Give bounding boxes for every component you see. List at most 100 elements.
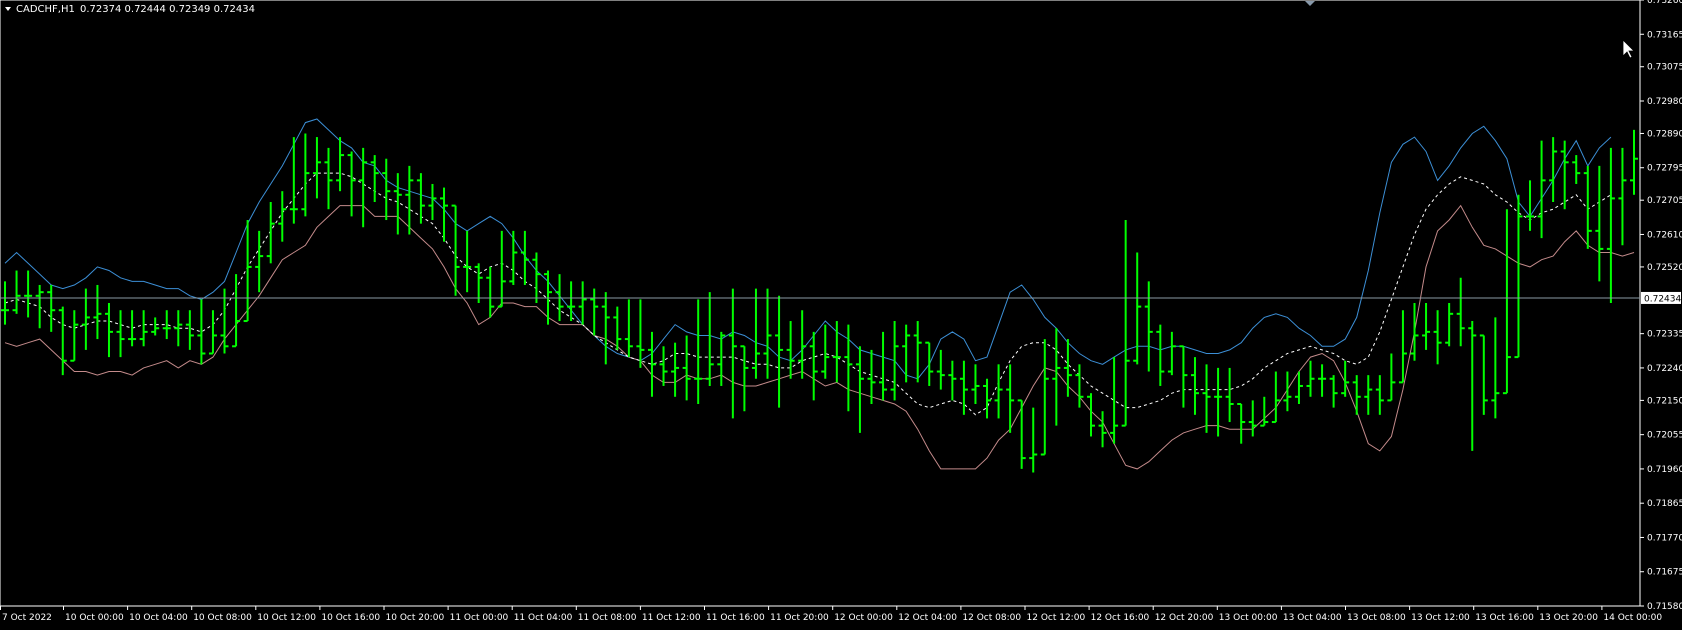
ohlc-bar <box>104 303 113 358</box>
time-tick-label: 13 Oct 00:00 <box>1219 613 1278 623</box>
ohlc-bar <box>1110 357 1119 444</box>
ohlc-bar <box>1514 194 1523 359</box>
time-tick-label: 11 Oct 00:00 <box>450 613 509 623</box>
ohlc-bar <box>728 288 737 419</box>
ohlc-bar <box>913 321 922 383</box>
ohlc-bar <box>1318 364 1327 397</box>
ohlc-bar <box>1225 367 1234 423</box>
time-tick-label: 13 Oct 04:00 <box>1283 613 1342 623</box>
ohlc-bar <box>1167 331 1176 376</box>
bollinger-bands <box>4 118 1635 470</box>
ohlc-bar <box>1618 147 1627 246</box>
ohlc-bar <box>613 306 622 350</box>
ohlc-bar <box>1422 303 1431 350</box>
ohlc-bar <box>1202 364 1211 433</box>
ohlc-bar <box>1468 321 1477 451</box>
ohlc-bar <box>740 345 749 412</box>
ohlc-bar <box>1341 360 1350 397</box>
time-tick-label: 10 Oct 16:00 <box>321 613 380 623</box>
ohlc-bar <box>1306 360 1315 397</box>
ohlc-bar <box>832 321 841 383</box>
ohlc-bar <box>47 284 56 332</box>
ohlc-bar <box>751 288 760 379</box>
ohlc-bar <box>821 324 830 379</box>
upper-band-line <box>4 118 1612 380</box>
collapse-triangle-icon[interactable] <box>5 7 11 11</box>
ohlc-bar <box>682 335 691 401</box>
price-tick-label: 0.72240 <box>1647 364 1682 374</box>
ohlc-bar <box>775 295 784 408</box>
ohlc-bar <box>1283 371 1292 412</box>
ohlc-bar <box>1179 345 1188 408</box>
lower-band-line <box>4 204 1635 470</box>
time-tick-label: 12 Oct 16:00 <box>1091 613 1150 623</box>
time-tick-label: 14 Oct 00:00 <box>1603 613 1662 623</box>
ohlc-bar <box>1006 364 1015 433</box>
shift-marker-icon[interactable] <box>1305 1 1315 6</box>
ohlc-bar <box>1630 129 1638 195</box>
ohlc-bar <box>1526 180 1535 231</box>
ohlc-bar <box>1572 155 1581 184</box>
ohlc-bar <box>1456 277 1465 347</box>
ohlc-bar <box>232 274 241 348</box>
ohlc-bar <box>798 310 807 379</box>
ohlc-bar <box>879 331 888 401</box>
ohlc-values: 0.72374 0.72444 0.72349 0.72434 <box>80 4 255 15</box>
ohlc-bar <box>208 310 217 355</box>
ohlc-bar <box>855 346 864 433</box>
price-tick-label: 0.73165 <box>1647 30 1682 40</box>
ohlc-bar <box>1537 140 1546 239</box>
ohlc-bar <box>659 346 668 386</box>
price-tick-label: 0.72335 <box>1647 330 1682 340</box>
ohlc-bar <box>1433 310 1442 365</box>
ohlc-bars <box>1 129 1638 473</box>
ohlc-bar <box>647 331 656 397</box>
ohlc-bar <box>185 310 194 350</box>
ohlc-bar <box>1410 303 1419 361</box>
ohlc-bar <box>12 270 21 314</box>
ohlc-bar <box>243 220 252 323</box>
time-tick-label: 11 Oct 08:00 <box>578 613 637 623</box>
price-tick-label: 0.72795 <box>1647 164 1682 174</box>
ohlc-bar <box>705 292 714 386</box>
ohlc-bar <box>994 364 1003 419</box>
chart-header: CADCHF,H1 0.72374 0.72444 0.72349 0.7243… <box>5 4 255 15</box>
price-tick-label: 0.73075 <box>1647 63 1682 73</box>
ohlc-bar <box>35 284 44 329</box>
time-tick-label: 10 Oct 00:00 <box>65 613 124 623</box>
ohlc-bar <box>255 230 264 293</box>
ohlc-bar <box>1248 400 1257 437</box>
ohlc-bar <box>1052 328 1061 426</box>
time-tick-label: 11 Oct 04:00 <box>514 613 573 623</box>
price-tick-label: 0.71960 <box>1647 465 1682 475</box>
price-tick-label: 0.72055 <box>1647 431 1682 441</box>
ohlc-bar <box>624 299 633 358</box>
ohlc-bar <box>1029 407 1038 473</box>
price-chart[interactable]: 0.73260 0.73165 0.73075 0.72980 0.72890 0.727… <box>0 0 1682 626</box>
ohlc-bar <box>590 288 599 336</box>
ohlc-bar <box>1237 403 1246 444</box>
ohlc-bar <box>151 317 160 336</box>
ohlc-bar <box>809 331 818 401</box>
time-tick-label: 12 Oct 04:00 <box>898 613 957 623</box>
price-tick-label: 0.72890 <box>1647 129 1682 139</box>
ohlc-bar <box>1352 375 1361 415</box>
time-axis[interactable]: 7 Oct 2022 10 Oct 00:00 10 Oct 04:00 10 Oct… <box>0 606 1663 623</box>
time-tick-label: 12 Oct 20:00 <box>1155 613 1214 623</box>
ohlc-bar <box>116 310 125 358</box>
ohlc-bar <box>58 306 67 376</box>
ohlc-bar <box>520 230 529 285</box>
ohlc-bar <box>312 137 321 199</box>
ohlc-bar <box>1156 324 1165 386</box>
chart-frame <box>0 0 1641 607</box>
price-tick-label: 0.71770 <box>1647 533 1682 543</box>
time-tick-label: 12 Oct 12:00 <box>1027 613 1086 623</box>
ohlc-bar <box>1479 334 1488 415</box>
ohlc-bar <box>578 281 587 325</box>
ohlc-bar <box>1017 399 1026 469</box>
price-tick-label: 0.72705 <box>1647 196 1682 206</box>
ohlc-bar <box>1087 393 1095 437</box>
price-axis[interactable]: 0.73260 0.73165 0.73075 0.72980 0.72890 0.727… <box>1640 0 1682 612</box>
ohlc-bar <box>671 342 680 397</box>
chart-canvas[interactable]: 0.73260 0.73165 0.73075 0.72980 0.72890 0.727… <box>0 0 1682 626</box>
